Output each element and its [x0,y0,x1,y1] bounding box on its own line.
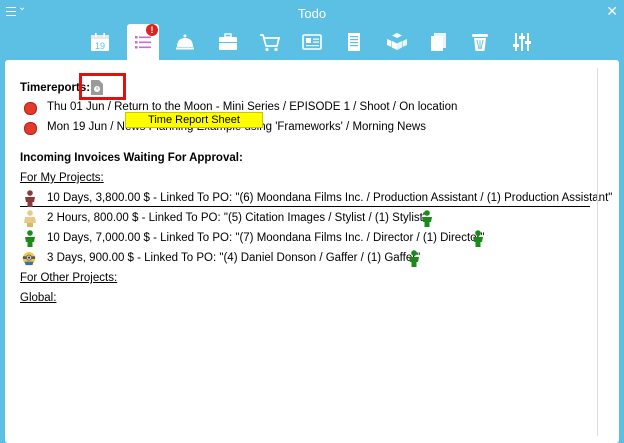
trash-icon [472,34,488,51]
boxes-icon [387,33,407,50]
cart-icon [260,34,281,52]
scrollbar[interactable] [597,68,598,436]
calendar-icon: 19 [91,33,109,51]
person-beige-icon [24,210,36,227]
highlight-box [79,73,126,100]
briefcase-button[interactable] [212,26,244,58]
person-maroon-icon [25,190,35,207]
status-dot [24,122,37,135]
boxes-button[interactable] [381,26,413,58]
card-icon [302,34,322,50]
title-bar: ⌄ Todo ✕ [0,0,624,26]
calendar-button[interactable]: 19 [84,26,116,58]
todo-content: Timereports: Thu 01 Jun / Return to the … [5,60,612,443]
divider [20,206,590,207]
todo-button[interactable]: ! [127,24,159,60]
content-panel: Timereports: Thu 01 Jun / Return to the … [5,60,619,443]
invoice-item[interactable]: 2 Hours, 800.00 $ - Linked To PO: "(5) C… [47,212,427,224]
sliders-icon [513,33,531,51]
film-icon [348,33,360,51]
tooltip: Time Report Sheet [125,112,263,128]
invoice-item[interactable]: 10 Days, 7,000.00 $ - Linked To PO: "(7)… [47,232,484,244]
person-green-icon [473,230,483,247]
trash-button[interactable] [464,26,496,58]
film-button[interactable] [338,26,370,58]
calendar-day: 19 [95,41,105,51]
close-icon[interactable]: ✕ [606,3,618,20]
pages-button[interactable] [423,26,455,58]
cart-button[interactable] [254,26,286,58]
invoice-item[interactable]: 3 Days, 900.00 $ - Linked To PO: "(4) Da… [47,252,420,264]
invoice-item[interactable]: 10 Days, 3,800.00 $ - Linked To PO: "(6)… [47,192,612,204]
person-green-icon [25,230,35,247]
bell-icon [176,34,194,50]
sliders-button[interactable] [506,26,538,58]
bell-button[interactable] [169,26,201,58]
person-minion-icon [22,251,36,266]
person-green-icon [409,250,419,267]
my-projects-link[interactable]: For My Projects: [20,172,104,184]
pages-icon [431,33,446,51]
briefcase-icon [219,33,237,50]
todo-badge: ! [146,24,158,36]
person-green-icon [422,210,432,227]
other-projects-link[interactable]: For Other Projects: [20,272,117,284]
card-button[interactable] [296,26,328,58]
status-dot [24,102,37,115]
window-title: Todo [297,6,327,21]
invoices-heading: Incoming Invoices Waiting For Approval: [20,152,243,164]
global-link[interactable]: Global: [20,292,56,304]
toolbar: 19 ! [0,24,624,60]
